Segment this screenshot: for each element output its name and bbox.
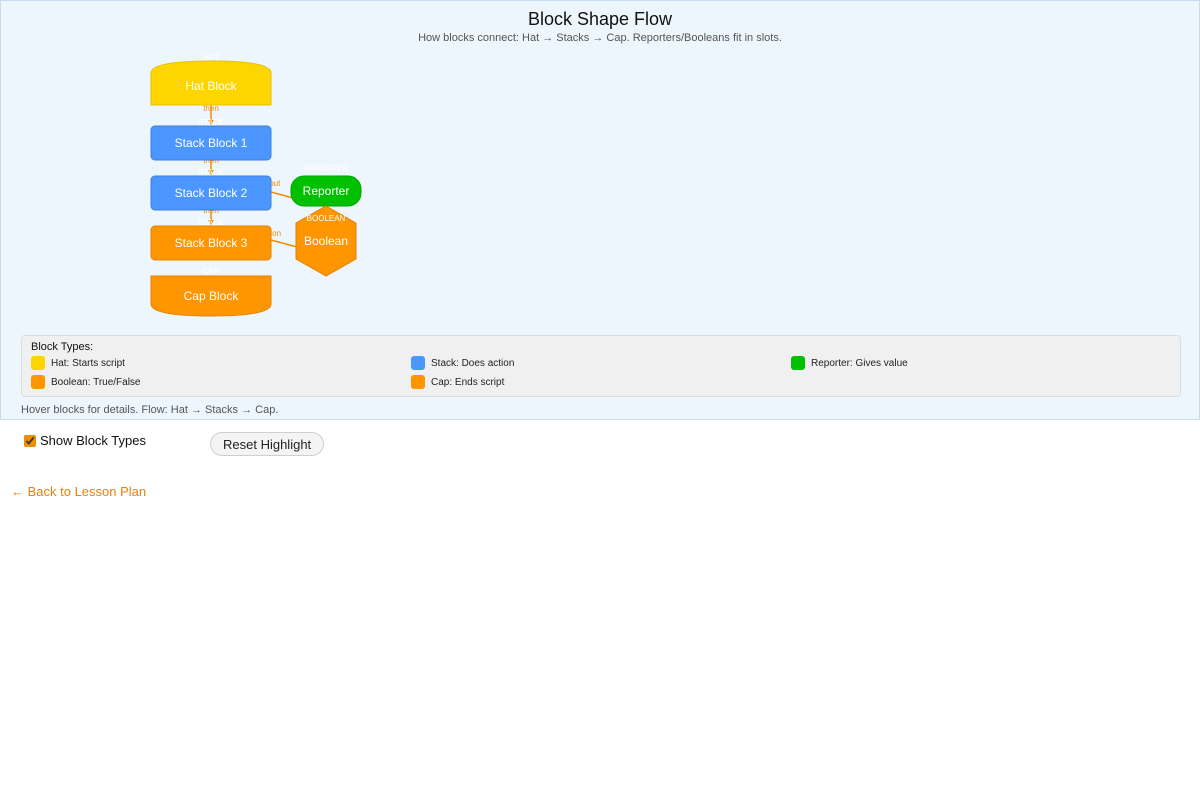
hover-hint: Hover blocks for details. Flow: Hat → St… [21, 404, 279, 416]
legend-title: Block Types: [31, 341, 94, 353]
stack-block-1[interactable]: STACK Stack Block 1 [150, 118, 272, 161]
legend-label-cap: Cap: Ends script [431, 376, 505, 388]
legend-swatch-boolean [31, 375, 45, 389]
stack-block-2-tag: STACK [198, 168, 225, 177]
reporter-block-tag: REPORTER [304, 164, 349, 173]
hat-block[interactable]: HAT Hat Block [150, 53, 272, 106]
reset-highlight-button[interactable]: Reset Highlight [210, 432, 325, 456]
boolean-block-label: Boolean [304, 234, 348, 248]
stack-block-2-label: Stack Block 2 [175, 186, 248, 200]
reporter-block-label: Reporter [303, 184, 350, 198]
legend-swatch-reporter [791, 356, 805, 370]
legend-label-boolean: Boolean: True/False [51, 376, 141, 388]
legend-swatch-cap [411, 375, 425, 389]
boolean-block-tag: BOOLEAN [307, 214, 346, 223]
stack-block-1-label: Stack Block 1 [175, 136, 248, 150]
stack-block-1-tag: STACK [198, 118, 225, 127]
legend-item-stack: Stack: Does action [411, 356, 514, 370]
cap-block[interactable]: CAP Cap Block [150, 267, 272, 317]
boolean-block[interactable]: BOOLEAN Boolean [295, 205, 357, 277]
connector-reporter [270, 191, 294, 199]
block-types-legend: Block Types: Hat: Starts script Stack: D… [21, 335, 1181, 397]
legend-swatch-stack [411, 356, 425, 370]
stack-block-3[interactable]: STACK Stack Block 3 [150, 218, 272, 261]
legend-item-boolean: Boolean: True/False [31, 375, 141, 389]
block-diagram: then then then input condition HAT Hat B… [150, 53, 362, 317]
legend-label-hat: Hat: Starts script [51, 357, 125, 369]
diagram-panel: Block Shape Flow How blocks connect: Hat… [0, 0, 1200, 420]
hat-block-label: Hat Block [185, 79, 237, 93]
legend-item-cap: Cap: Ends script [411, 375, 504, 389]
stack-block-2[interactable]: STACK Stack Block 2 [150, 168, 272, 211]
legend-label-reporter: Reporter: Gives value [811, 357, 908, 369]
stack-block-3-label: Stack Block 3 [175, 236, 248, 250]
show-block-types-toggle[interactable]: Show Block Types [24, 433, 146, 448]
show-block-types-label: Show Block Types [40, 433, 146, 448]
legend-item-hat: Hat: Starts script [31, 356, 125, 370]
legend-swatch-hat [31, 356, 45, 370]
hat-block-tag: HAT [203, 53, 219, 62]
legend-item-reporter: Reporter: Gives value [791, 356, 908, 370]
reporter-block[interactable]: REPORTER Reporter [290, 164, 362, 207]
legend-label-stack: Stack: Does action [431, 357, 515, 369]
back-to-lesson-plan-link[interactable]: ← Back to Lesson Plan [11, 484, 146, 499]
connector-boolean [270, 239, 298, 248]
cap-block-tag: CAP [203, 267, 219, 276]
cap-block-label: Cap Block [184, 289, 240, 303]
stack-block-3-tag: STACK [198, 218, 225, 227]
show-block-types-checkbox[interactable] [24, 434, 36, 447]
